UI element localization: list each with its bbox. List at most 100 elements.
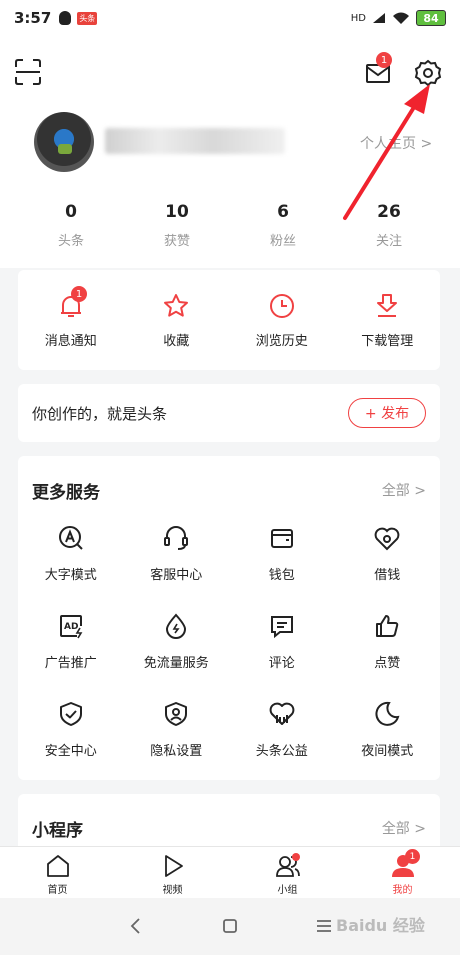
services-grid: 大字模式 客服中心 钱包 借钱 AD 广告推广 免流量服务 评论 点赞 安全中心… xyxy=(18,516,440,764)
comment-icon xyxy=(270,616,293,639)
privacy-icon xyxy=(165,702,188,726)
svg-text:AD: AD xyxy=(64,622,78,632)
service-customer-center[interactable]: 客服中心 xyxy=(124,516,230,588)
mini-programs-card: 小程序 全部 > xyxy=(18,794,440,854)
service-privacy[interactable]: 隐私设置 xyxy=(124,692,230,764)
homepage-link[interactable]: 个人主页 > xyxy=(360,133,432,153)
font-size-icon xyxy=(58,526,83,550)
gear-icon[interactable] xyxy=(414,59,442,87)
tab-label: 我的 xyxy=(392,885,413,896)
stat-value: 26 xyxy=(377,202,401,222)
mini-programs-all-link[interactable]: 全部 > xyxy=(382,818,426,838)
mine-badge: 1 xyxy=(405,849,420,864)
profile-header: 1 个人主页 > 0 头条 10 获赞 6 粉丝 26 关注 xyxy=(0,36,460,268)
group-dot-badge xyxy=(292,853,300,861)
service-wallet[interactable]: 钱包 xyxy=(229,516,335,588)
stat-label: 粉丝 xyxy=(269,234,296,249)
service-security[interactable]: 安全中心 xyxy=(18,692,124,764)
publish-button[interactable]: + 发布 xyxy=(348,398,426,428)
thumbs-up-icon xyxy=(376,615,399,637)
tab-mine[interactable]: 1 我的 xyxy=(345,847,460,898)
tab-home[interactable]: 首页 xyxy=(0,847,115,898)
quick-downloads[interactable]: 下载管理 xyxy=(335,270,441,370)
username-blurred xyxy=(105,128,285,154)
bottom-tab-bar: 首页 视频 小组 1 我的 xyxy=(0,846,460,898)
moon-icon xyxy=(375,701,400,726)
home-icon xyxy=(46,855,69,877)
services-all-link[interactable]: 全部 > xyxy=(382,480,426,500)
stat-value: 0 xyxy=(65,202,77,222)
service-likes[interactable]: 点赞 xyxy=(335,604,441,676)
shield-check-icon xyxy=(59,702,82,726)
service-comments[interactable]: 评论 xyxy=(229,604,335,676)
service-label: 隐私设置 xyxy=(150,744,203,759)
tab-label: 视频 xyxy=(162,885,183,896)
clock-icon xyxy=(269,294,294,318)
ad-icon: AD xyxy=(59,615,83,639)
stat-item[interactable]: 26 关注 xyxy=(336,202,442,249)
tab-group[interactable]: 小组 xyxy=(230,847,345,898)
service-loan[interactable]: 借钱 xyxy=(335,516,441,588)
home-square-icon[interactable] xyxy=(218,914,242,938)
service-label: 夜间模式 xyxy=(361,744,414,759)
stat-label: 关注 xyxy=(375,234,402,249)
stat-value: 10 xyxy=(165,202,189,222)
stat-item[interactable]: 6 粉丝 xyxy=(230,202,336,249)
services-title: 更多服务 xyxy=(32,483,100,503)
back-icon[interactable] xyxy=(124,914,148,938)
quick-label: 浏览历史 xyxy=(255,334,308,349)
cell-signal-icon xyxy=(373,13,385,23)
star-icon xyxy=(164,294,189,317)
qq-icon xyxy=(59,11,72,25)
quick-notifications[interactable]: 1 消息通知 xyxy=(18,270,124,370)
status-time: 3:57 xyxy=(14,9,52,27)
quick-label: 下载管理 xyxy=(361,334,414,349)
baidu-watermark: Baidu 经验 xyxy=(336,916,425,935)
quick-label: 收藏 xyxy=(163,334,190,349)
signal-label: HD xyxy=(350,12,366,24)
tab-video[interactable]: 视频 xyxy=(115,847,230,898)
play-icon xyxy=(164,855,183,877)
service-label: 头条公益 xyxy=(255,744,308,759)
menu-icon[interactable] xyxy=(312,914,336,938)
quick-favorites[interactable]: 收藏 xyxy=(124,270,230,370)
wallet-icon xyxy=(270,529,293,548)
battery-icon: 84 xyxy=(416,10,446,26)
quick-history[interactable]: 浏览历史 xyxy=(229,270,335,370)
stat-label: 获赞 xyxy=(163,234,190,249)
status-bar: 3:57 头条 HD 84 xyxy=(0,0,460,36)
service-large-font[interactable]: 大字模式 xyxy=(18,516,124,588)
stat-item[interactable]: 0 头条 xyxy=(18,202,124,249)
wifi-icon xyxy=(393,12,409,24)
stat-item[interactable]: 10 获赞 xyxy=(124,202,230,249)
service-label: 点赞 xyxy=(374,656,401,671)
headset-icon xyxy=(164,526,189,550)
service-label: 借钱 xyxy=(374,568,401,583)
avatar[interactable] xyxy=(34,112,94,172)
service-charity[interactable]: 头条公益 xyxy=(229,692,335,764)
service-label: 广告推广 xyxy=(44,656,97,671)
charity-icon xyxy=(269,702,295,725)
tab-label: 小组 xyxy=(277,885,298,896)
scan-icon[interactable] xyxy=(14,58,42,86)
toutiao-badge-icon: 头条 xyxy=(77,11,98,25)
loan-icon xyxy=(374,527,400,551)
stats-row: 0 头条 10 获赞 6 粉丝 26 关注 xyxy=(18,202,442,249)
service-label: 安全中心 xyxy=(44,744,97,759)
service-ads[interactable]: AD 广告推广 xyxy=(18,604,124,676)
service-label: 钱包 xyxy=(268,568,295,583)
service-night-mode[interactable]: 夜间模式 xyxy=(335,692,441,764)
download-icon xyxy=(377,294,398,317)
create-card: 你创作的，就是头条 + 发布 xyxy=(18,384,440,442)
service-free-data[interactable]: 免流量服务 xyxy=(124,604,230,676)
service-label: 免流量服务 xyxy=(143,656,209,671)
mini-programs-title: 小程序 xyxy=(32,821,83,841)
service-label: 大字模式 xyxy=(44,568,97,583)
create-prompt: 你创作的，就是头条 xyxy=(32,404,168,423)
quick-actions-card: 1 消息通知 收藏 浏览历史 下载管理 xyxy=(18,270,440,370)
stat-value: 6 xyxy=(277,202,289,222)
drop-icon xyxy=(166,613,187,639)
quick-label: 消息通知 xyxy=(44,334,97,349)
service-label: 评论 xyxy=(268,656,295,671)
notification-badge: 1 xyxy=(71,286,87,302)
